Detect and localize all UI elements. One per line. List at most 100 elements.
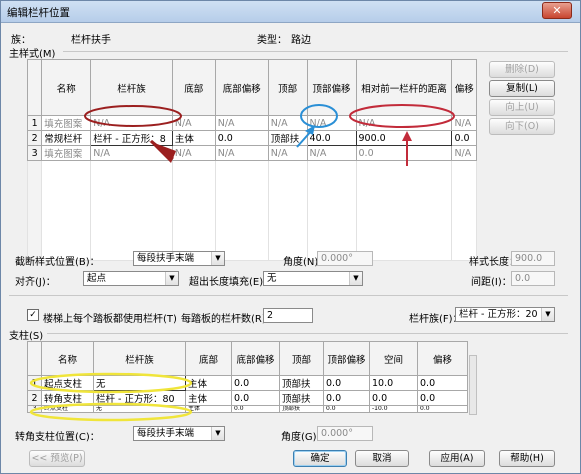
table-cell[interactable]: 栏杆 - 正方形：80 [93,390,186,406]
justify-select[interactable]: 起点 ▼ [83,271,179,286]
table-cell[interactable]: 无 [93,405,186,413]
column-header: 名称 [41,59,92,116]
use-baluster-per-tread-checkbox[interactable]: ✓ [27,309,39,321]
table-row[interactable]: 2 转角支柱 栏杆 - 正方形：80 主体 0.0 顶部扶 0.0 0.0 0.… [27,390,468,406]
column-header: 栏杆族 [90,59,173,116]
corner-angle-field[interactable]: 0.000° [317,426,373,441]
column-header: 顶部偏移 [323,341,370,376]
table-cell[interactable]: 0.0 [323,405,370,413]
table-cell[interactable]: 主体 [171,130,216,146]
cancel-button[interactable]: 取消 [355,450,409,467]
move-up-button[interactable]: 向上(U) [489,99,555,116]
row-number[interactable]: 1 [27,375,42,391]
post-family-cell[interactable]: 无 [93,375,186,391]
posts-table[interactable]: 名称 栏杆族 底部 底部偏移 顶部 顶部偏移 空间 偏移 1 起点支柱 无 主体… [27,341,468,413]
exceed-fill-select[interactable]: 无 ▼ [263,271,363,286]
table-row[interactable]: 2 常规栏杆 栏杆 - 正方形：8 主体 0.0 顶部扶 40.0 900.0 … [26,130,477,146]
table-cell[interactable]: 0.0 [355,145,453,161]
title-bar: 编辑栏杆位置 ✕ [1,1,580,23]
column-header: 偏移 [451,59,477,116]
column-header: 相对前一栏杆的距离 [355,59,453,116]
table-cell[interactable]: -10.0 [369,405,418,413]
table-cell[interactable]: 顶部扶 [279,405,324,413]
preview-button[interactable]: << 预览(P) [29,450,85,467]
main-pattern-table[interactable]: 名称 栏杆族 底部 底部偏移 顶部 顶部偏移 相对前一栏杆的距离 偏移 1 填充… [26,59,477,261]
baluster-family-cell[interactable]: 栏杆 - 正方形：8 [90,130,173,146]
break-position-select[interactable]: 每段扶手末端 ▼ [133,251,225,266]
table-cell[interactable]: 0.0 [369,390,418,406]
duplicate-button[interactable]: 复制(L) [489,80,555,97]
table-cell[interactable]: N/A [90,115,173,131]
help-button[interactable]: 帮助(H) [499,450,555,467]
table-cell[interactable]: 0.0 [231,405,280,413]
table-cell[interactable]: 主体 [185,390,232,406]
column-header: 偏移 [417,341,468,376]
table-row[interactable]: 1 填充图案 N/A N/A N/A N/A N/A N/A N/A [26,115,477,131]
ok-button[interactable]: 确定 [293,450,347,467]
table-cell[interactable]: N/A [214,115,269,131]
table-cell[interactable]: N/A [451,145,477,161]
table-cell[interactable]: 顶部扶 [279,375,324,391]
table-row[interactable]: 3 填充图案 N/A N/A N/A N/A N/A 0.0 N/A [26,145,477,161]
table-cell[interactable]: 填充图案 [41,145,92,161]
table-cell[interactable]: 终点支柱 [41,405,94,413]
column-header: 名称 [41,341,94,376]
table-cell[interactable]: 填充图案 [41,115,92,131]
corner-post-position-label: 转角支柱位置(C)： [15,432,100,443]
dialog-window: 编辑栏杆位置 ✕ 族： 栏杆扶手 类型： 路边 主样式(M) 名称 栏杆族 底部… [0,0,581,474]
table-cell[interactable]: 顶部扶 [267,130,308,146]
table-cell[interactable]: 常规栏杆 [41,130,92,146]
table-cell[interactable]: N/A [355,115,453,131]
table-cell[interactable]: N/A [214,145,269,161]
table-cell[interactable]: 0.0 [417,390,468,406]
table-cell[interactable]: 0.0 [417,375,468,391]
table-cell[interactable]: 0.0 [214,130,269,146]
row-number[interactable]: 3 [27,405,42,413]
table-row[interactable]: 3 终点支柱 无 主体 0.0 顶部扶 0.0 -10.0 0.0 [27,405,468,413]
table-cell[interactable]: 0.0 [231,375,280,391]
table-cell[interactable]: 0.0 [323,375,370,391]
apply-button[interactable]: 应用(A) [429,450,485,467]
column-header: 底部 [185,341,232,376]
table-cell[interactable]: N/A [306,145,357,161]
table-cell[interactable]: 0.0 [231,390,280,406]
balusters-per-tread-field[interactable]: 2 [263,308,313,323]
corner-post-position-select[interactable]: 每段扶手末端 ▼ [133,426,225,441]
top-offset-cell[interactable]: 40.0 [306,130,357,146]
table-cell[interactable]: N/A [90,145,173,161]
row-number[interactable]: 1 [26,115,43,131]
table-row[interactable]: 1 起点支柱 无 主体 0.0 顶部扶 0.0 10.0 0.0 [27,375,468,391]
column-header: 栏杆族 [93,341,186,376]
row-number[interactable]: 2 [27,390,42,406]
table-cell[interactable]: 主体 [185,405,232,413]
table-cell[interactable]: N/A [451,115,477,131]
table-cell[interactable]: N/A [306,115,357,131]
chevron-down-icon: ▼ [541,308,554,321]
table-cell[interactable]: 0.0 [451,130,477,146]
delete-button[interactable]: 删除(D) [489,61,555,78]
table-cell[interactable]: 起点支柱 [41,375,94,391]
distance-cell[interactable]: 900.0 [355,130,453,146]
table-cell[interactable]: N/A [171,115,216,131]
close-button[interactable]: ✕ [542,2,572,19]
move-down-button[interactable]: 向下(O) [489,118,555,135]
column-header: 顶部偏移 [306,59,357,116]
chevron-down-icon: ▼ [165,272,178,285]
pattern-length-field[interactable]: 900.0 [511,251,555,266]
spacing-field[interactable]: 0.0 [511,271,555,286]
posts-table-scrollbar[interactable] [469,355,477,415]
angle-field[interactable]: 0.000° [317,251,373,266]
table-cell[interactable]: 主体 [185,375,232,391]
row-number[interactable]: 3 [26,145,43,161]
table-cell[interactable]: 0.0 [323,390,370,406]
table-cell[interactable]: N/A [171,145,216,161]
table-cell[interactable]: 10.0 [369,375,418,391]
table-cell[interactable]: 0.0 [417,405,468,413]
table-cell[interactable]: N/A [267,115,308,131]
column-header: 顶部 [267,59,308,116]
table-cell[interactable]: N/A [267,145,308,161]
table-cell[interactable]: 顶部扶 [279,390,324,406]
baluster-family-select[interactable]: 栏杆 - 正方形：20 ▼ [455,307,555,322]
table-cell[interactable]: 转角支柱 [41,390,94,406]
row-number[interactable]: 2 [26,130,43,146]
